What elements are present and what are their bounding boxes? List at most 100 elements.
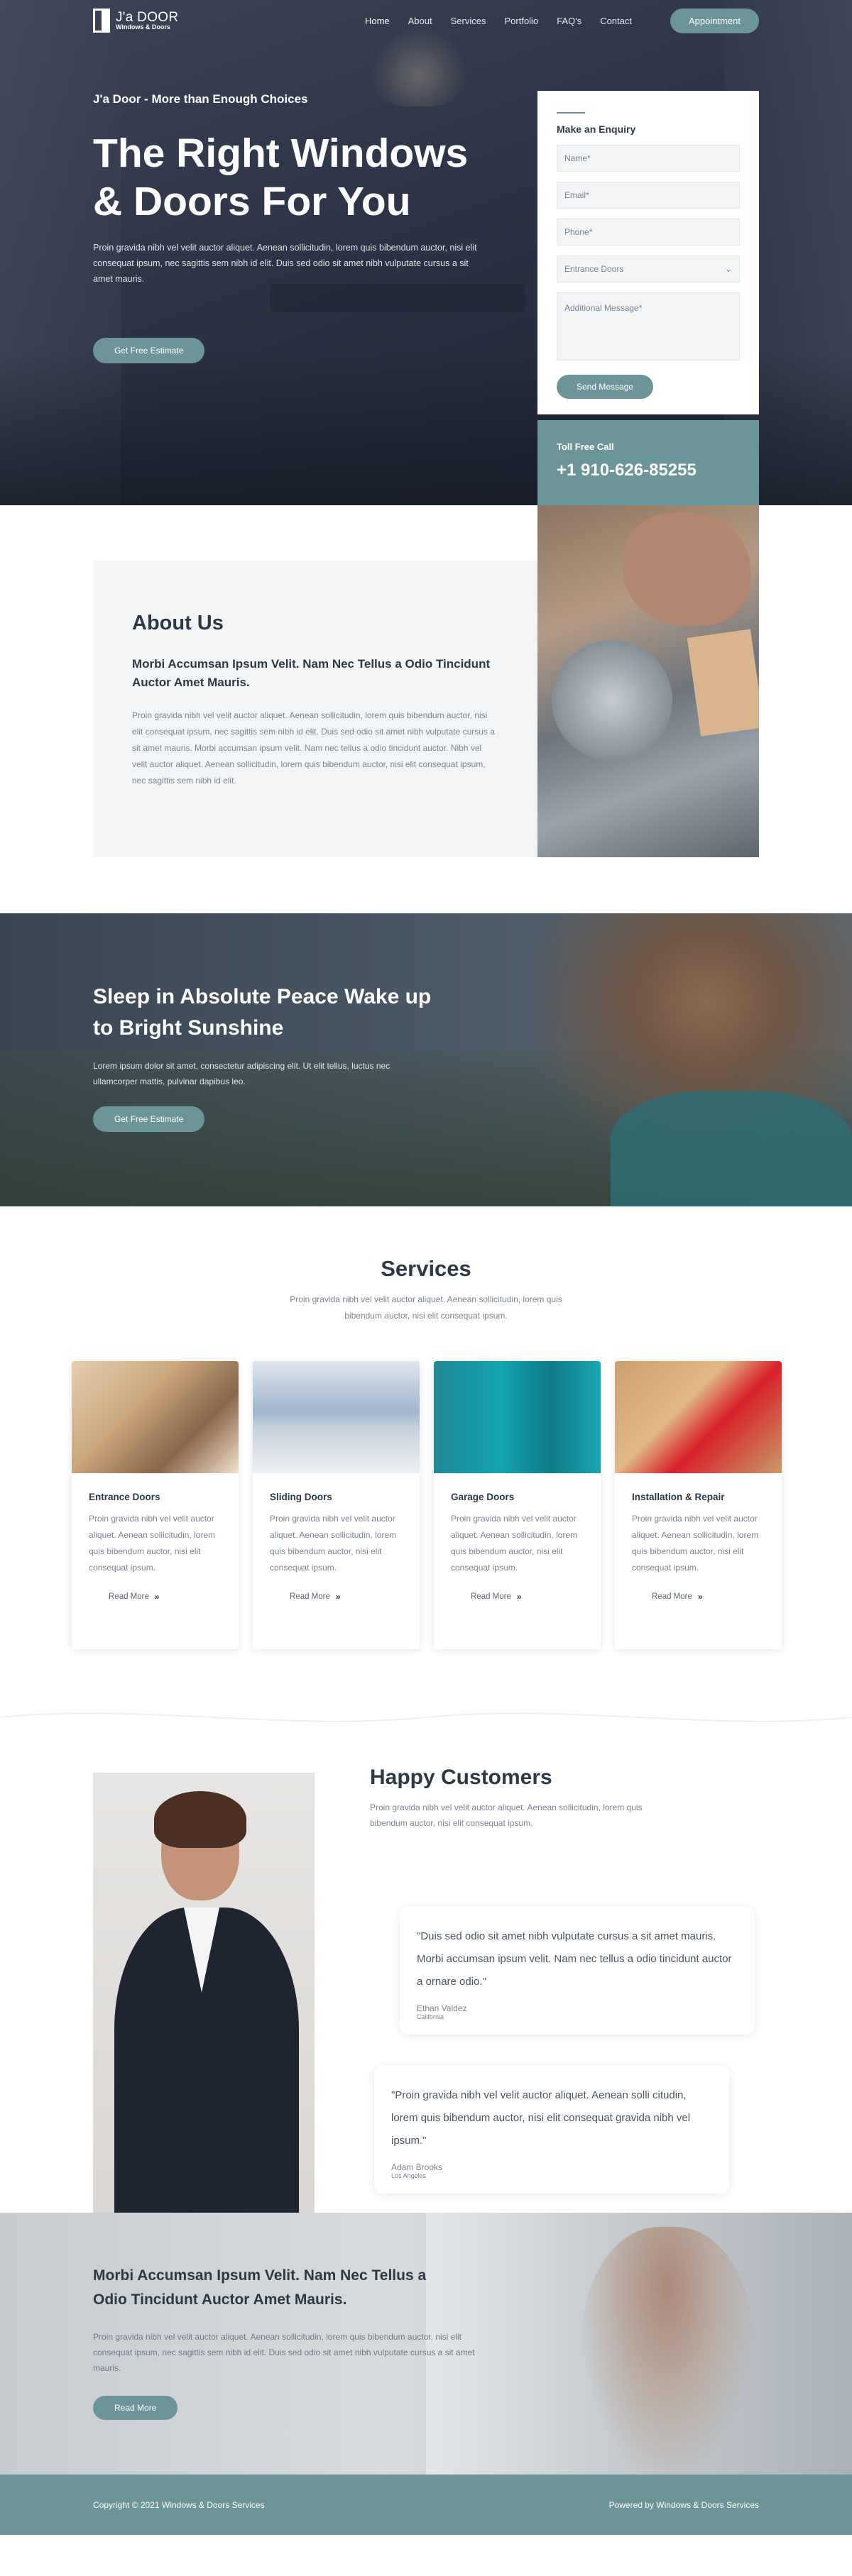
testimonial-card: "Duis sed odio sit amet nibh vulputate c… [400,1907,755,2035]
cta-title-line2: Odio Tincidunt Auctor Amet Mauris. [93,2291,347,2308]
about-description: Proin gravida nibh vel velit auctor aliq… [132,710,495,786]
service-select[interactable]: Entrance Doors ⌄ [557,255,740,282]
read-more-link[interactable]: Read More » [109,1592,222,1602]
message-field[interactable]: Additional Message* [557,292,740,360]
service-card-garage-doors[interactable]: Garage Doors Proin gravida nibh vel veli… [434,1361,601,1649]
chevron-down-icon: ⌄ [724,264,732,274]
services-title: Services [381,1256,471,1281]
sleep-background-sweater [611,1091,852,1206]
testimonials-title: Happy Customers [370,1766,552,1789]
read-more-label: Read More [652,1592,692,1601]
read-more-label: Read More [290,1592,330,1601]
about-image-wood [687,629,759,737]
double-chevron-right-icon: » [335,1592,341,1602]
main-navigation: J'a DOOR Windows & Doors Home About Serv… [0,0,852,41]
read-more-label: Read More [471,1592,511,1601]
about-box: About Us Morbi Accumsan Ipsum Velit. Nam… [93,561,537,857]
sliding-doors-image [253,1361,420,1473]
service-card-sliding-doors[interactable]: Sliding Doors Proin gravida nibh vel vel… [253,1361,420,1649]
testimonial-quote: "Proin gravida nibh vel velit auctor ali… [391,2089,691,2147]
read-more-link[interactable]: Read More » [290,1592,403,1602]
card-body: Garage Doors Proin gravida nibh vel veli… [434,1473,601,1620]
double-chevron-right-icon: » [154,1592,160,1602]
testimonial-author: Ethan Valdez [417,2003,467,2013]
hero-title-line1: The Right Windows [93,131,469,176]
footer-powered-by: Powered by Windows & Doors Services [608,2499,759,2510]
services-section: Services Proin gravida nibh vel velit au… [0,1206,852,1703]
read-more-label: Read More [109,1592,149,1601]
sleep-title: Sleep in Absolute Peace Wake up to Brigh… [93,981,491,1044]
testimonials-section: Happy Customers Proin gravida nibh vel v… [0,1703,852,2213]
card-title: Garage Doors [451,1492,515,1502]
sleep-estimate-button[interactable]: Get Free Estimate [93,1106,205,1132]
nav-item-about[interactable]: About [408,16,432,26]
door-logo-icon [93,9,110,33]
testimonials-header: Happy Customers Proin gravida nibh vel v… [370,1766,668,1831]
name-field[interactable]: Name* [557,145,740,172]
testimonial-card: "Proin gravida nibh vel velit auctor ali… [374,2066,729,2194]
cta-content: Morbi Accumsan Ipsum Velit. Nam Nec Tell… [93,2264,491,2420]
sleep-title-line2: to Bright Sunshine [93,1016,284,1040]
logo-tagline: Windows & Doors [116,23,170,31]
cta-description: Proin gravida nibh vel velit auctor aliq… [93,2332,475,2373]
toll-free-box: Toll Free Call +1 910-626-85255 [537,420,759,505]
testimonial-quote: "Duis sed odio sit amet nibh vulputate c… [417,1930,732,1988]
sleep-title-line1: Sleep in Absolute Peace Wake up [93,985,432,1008]
nav-item-contact[interactable]: Contact [600,16,632,26]
appointment-button[interactable]: Appointment [670,8,759,33]
service-card-entrance-doors[interactable]: Entrance Doors Proin gravida nibh vel ve… [72,1361,239,1649]
nav-item-services[interactable]: Services [451,16,486,26]
services-cards: Entrance Doors Proin gravida nibh vel ve… [72,1361,782,1649]
hero-estimate-button[interactable]: Get Free Estimate [93,338,205,363]
testimonial-author: Adam Brooks [391,2162,443,2172]
service-select-value: Entrance Doors [564,264,624,274]
testimonial-location: Los Angeles [391,2172,427,2179]
card-body: Sliding Doors Proin gravida nibh vel vel… [253,1473,420,1620]
phone-field[interactable]: Phone* [557,219,740,246]
card-text: Proin gravida nibh vel velit auctor aliq… [451,1514,578,1573]
nav-menu: Home About Services Portfolio FAQ's Cont… [365,8,759,33]
customer-photo [93,1773,315,2213]
customer-photo-hair [154,1791,246,1848]
about-subtitle: Morbi Accumsan Ipsum Velit. Nam Nec Tell… [132,657,491,689]
send-message-button[interactable]: Send Message [557,375,654,399]
cta-read-more-button[interactable]: Read More [93,2396,178,2420]
testimonials-description: Proin gravida nibh vel velit auctor aliq… [370,1802,643,1828]
enquiry-form: Make an Enquiry Name* Email* Phone* Entr… [537,91,759,414]
footer-copyright: Copyright © 2021 Windows & Doors Service… [93,2499,265,2510]
read-more-link[interactable]: Read More » [652,1592,765,1602]
logo-text: J'a DOOR Windows & Doors [116,11,178,31]
service-card-installation-repair[interactable]: Installation & Repair Proin gravida nibh… [615,1361,782,1649]
sleep-description: Lorem ipsum dolor sit amet, consectetur … [93,1061,390,1086]
hero-title: The Right Windows & Doors For You [93,129,491,226]
testimonial-location: California [417,2013,444,2020]
toll-free-label: Toll Free Call [557,441,614,452]
nav-item-faqs[interactable]: FAQ's [557,16,581,26]
card-title: Installation & Repair [632,1492,725,1502]
double-chevron-right-icon: » [516,1592,522,1602]
card-text: Proin gravida nibh vel velit auctor aliq… [632,1514,759,1573]
cta-background-woman [582,2227,753,2475]
about-image-hand [623,512,750,626]
logo-name: J'a DOOR [116,10,179,25]
enquiry-accent-line [557,112,585,114]
read-more-link[interactable]: Read More » [471,1592,584,1602]
site-logo[interactable]: J'a DOOR Windows & Doors [93,9,178,33]
site-footer: Copyright © 2021 Windows & Doors Service… [0,2475,852,2535]
hero-content: J'a Door - More than Enough Choices The … [93,92,491,363]
installation-repair-image [615,1361,782,1473]
wave-divider [0,1712,852,1722]
nav-item-portfolio[interactable]: Portfolio [504,16,538,26]
hero-section: J'a DOOR Windows & Doors Home About Serv… [0,0,852,505]
about-section: About Us Morbi Accumsan Ipsum Velit. Nam… [0,505,852,913]
about-title: About Us [132,612,224,634]
hero-title-line2: & Doors For You [93,179,411,224]
sleep-content: Sleep in Absolute Peace Wake up to Brigh… [93,981,491,1132]
nav-item-home[interactable]: Home [365,16,390,26]
garage-doors-image [434,1361,601,1473]
toll-free-number[interactable]: +1 910-626-85255 [557,461,740,480]
card-text: Proin gravida nibh vel velit auctor aliq… [89,1514,216,1573]
cta-title-line1: Morbi Accumsan Ipsum Velit. Nam Nec Tell… [93,2267,427,2284]
email-field[interactable]: Email* [557,182,740,209]
cta-section: Morbi Accumsan Ipsum Velit. Nam Nec Tell… [0,2213,852,2475]
